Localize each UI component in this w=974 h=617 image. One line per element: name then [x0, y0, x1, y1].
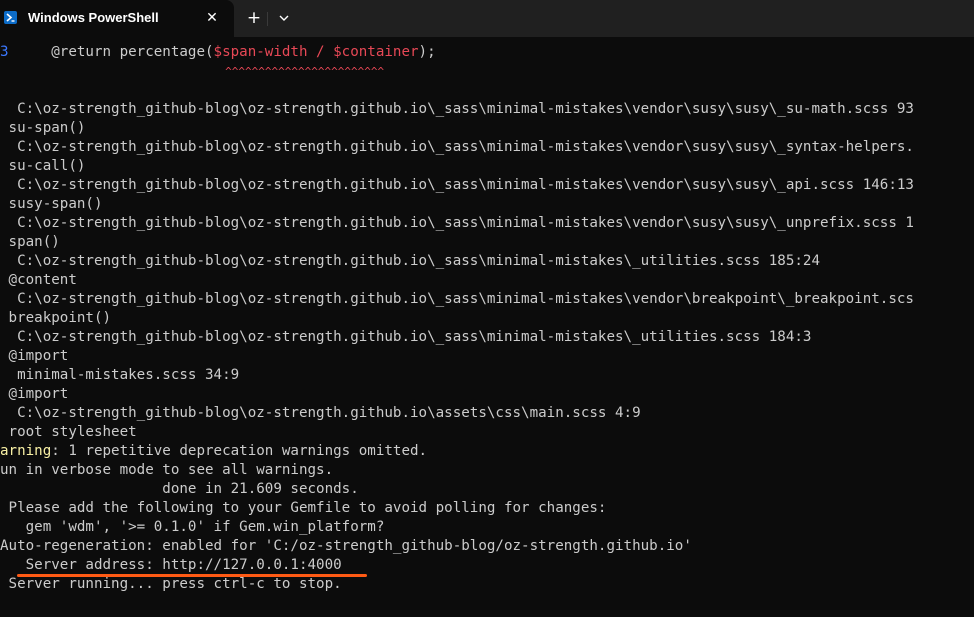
trace-line: @import — [0, 348, 69, 364]
code-highlight: $span-width / $container — [213, 44, 419, 60]
title-bar: Windows PowerShell ✕ + — [0, 0, 974, 37]
output-line: Server running... press ctrl-c to stop. — [0, 576, 342, 592]
toolbar-divider — [267, 12, 268, 26]
warning-text: : 1 repetitive deprecation warnings omit… — [51, 443, 428, 459]
code-prefix: @return percentage( — [8, 44, 214, 60]
output-line: gem 'wdm', '>= 0.1.0' if Gem.win_platfor… — [0, 519, 385, 535]
trace-line: C:\oz-strength_github-blog\oz-strength.g… — [0, 101, 914, 117]
trace-line: C:\oz-strength_github-blog\oz-strength.g… — [0, 139, 914, 155]
server-address-line: Server address: http://127.0.0.1:4000 — [0, 557, 342, 573]
trace-line: C:\oz-strength_github-blog\oz-strength.g… — [0, 253, 820, 269]
tab-windows-powershell[interactable]: Windows PowerShell ✕ — [0, 0, 234, 37]
code-line: 3 @return percentage($span-width / $cont… — [0, 43, 436, 62]
trace-line: C:\oz-strength_github-blog\oz-strength.g… — [0, 177, 914, 193]
trace-line: susy-span() — [0, 196, 103, 212]
trace-line: minimal-mistakes.scss 34:9 — [0, 367, 240, 383]
trace-line: span() — [0, 234, 60, 250]
trace-line: @content — [0, 272, 77, 288]
trace-line: @import — [0, 386, 69, 402]
highlight-underline — [17, 574, 367, 577]
trace-line: root stylesheet — [0, 424, 137, 440]
output-line: Auto-regeneration: enabled for 'C:/oz-st… — [0, 538, 692, 554]
trace-line: C:\oz-strength_github-blog\oz-strength.g… — [0, 291, 914, 307]
powershell-icon — [4, 11, 17, 24]
tab-title: Windows PowerShell — [28, 10, 159, 25]
output-line: Please add the following to your Gemfile… — [0, 500, 607, 516]
code-suffix: ); — [418, 44, 436, 60]
chevron-down-icon[interactable] — [274, 8, 294, 28]
trace-line: breakpoint() — [0, 310, 112, 326]
close-icon[interactable]: ✕ — [204, 10, 220, 26]
warning-label: arning — [0, 443, 52, 459]
new-tab-button[interactable]: + — [244, 8, 264, 28]
line-number: 3 — [0, 44, 9, 60]
trace-line: C:\oz-strength_github-blog\oz-strength.g… — [0, 215, 914, 231]
terminal-output[interactable]: 3 @return percentage($span-width / $cont… — [0, 37, 974, 617]
caret-line: ^^^^^^^^^^^^^^^^^^^^^^^^ — [0, 65, 385, 78]
output-line: done in 21.609 seconds. — [0, 481, 359, 497]
trace-line: su-call() — [0, 158, 86, 174]
warning-line: arning: 1 repetitive deprecation warning… — [0, 442, 427, 461]
trace-line: C:\oz-strength_github-blog\oz-strength.g… — [0, 405, 641, 421]
output-line: un in verbose mode to see all warnings. — [0, 462, 334, 478]
trace-line: C:\oz-strength_github-blog\oz-strength.g… — [0, 329, 812, 345]
trace-line: su-span() — [0, 120, 86, 136]
